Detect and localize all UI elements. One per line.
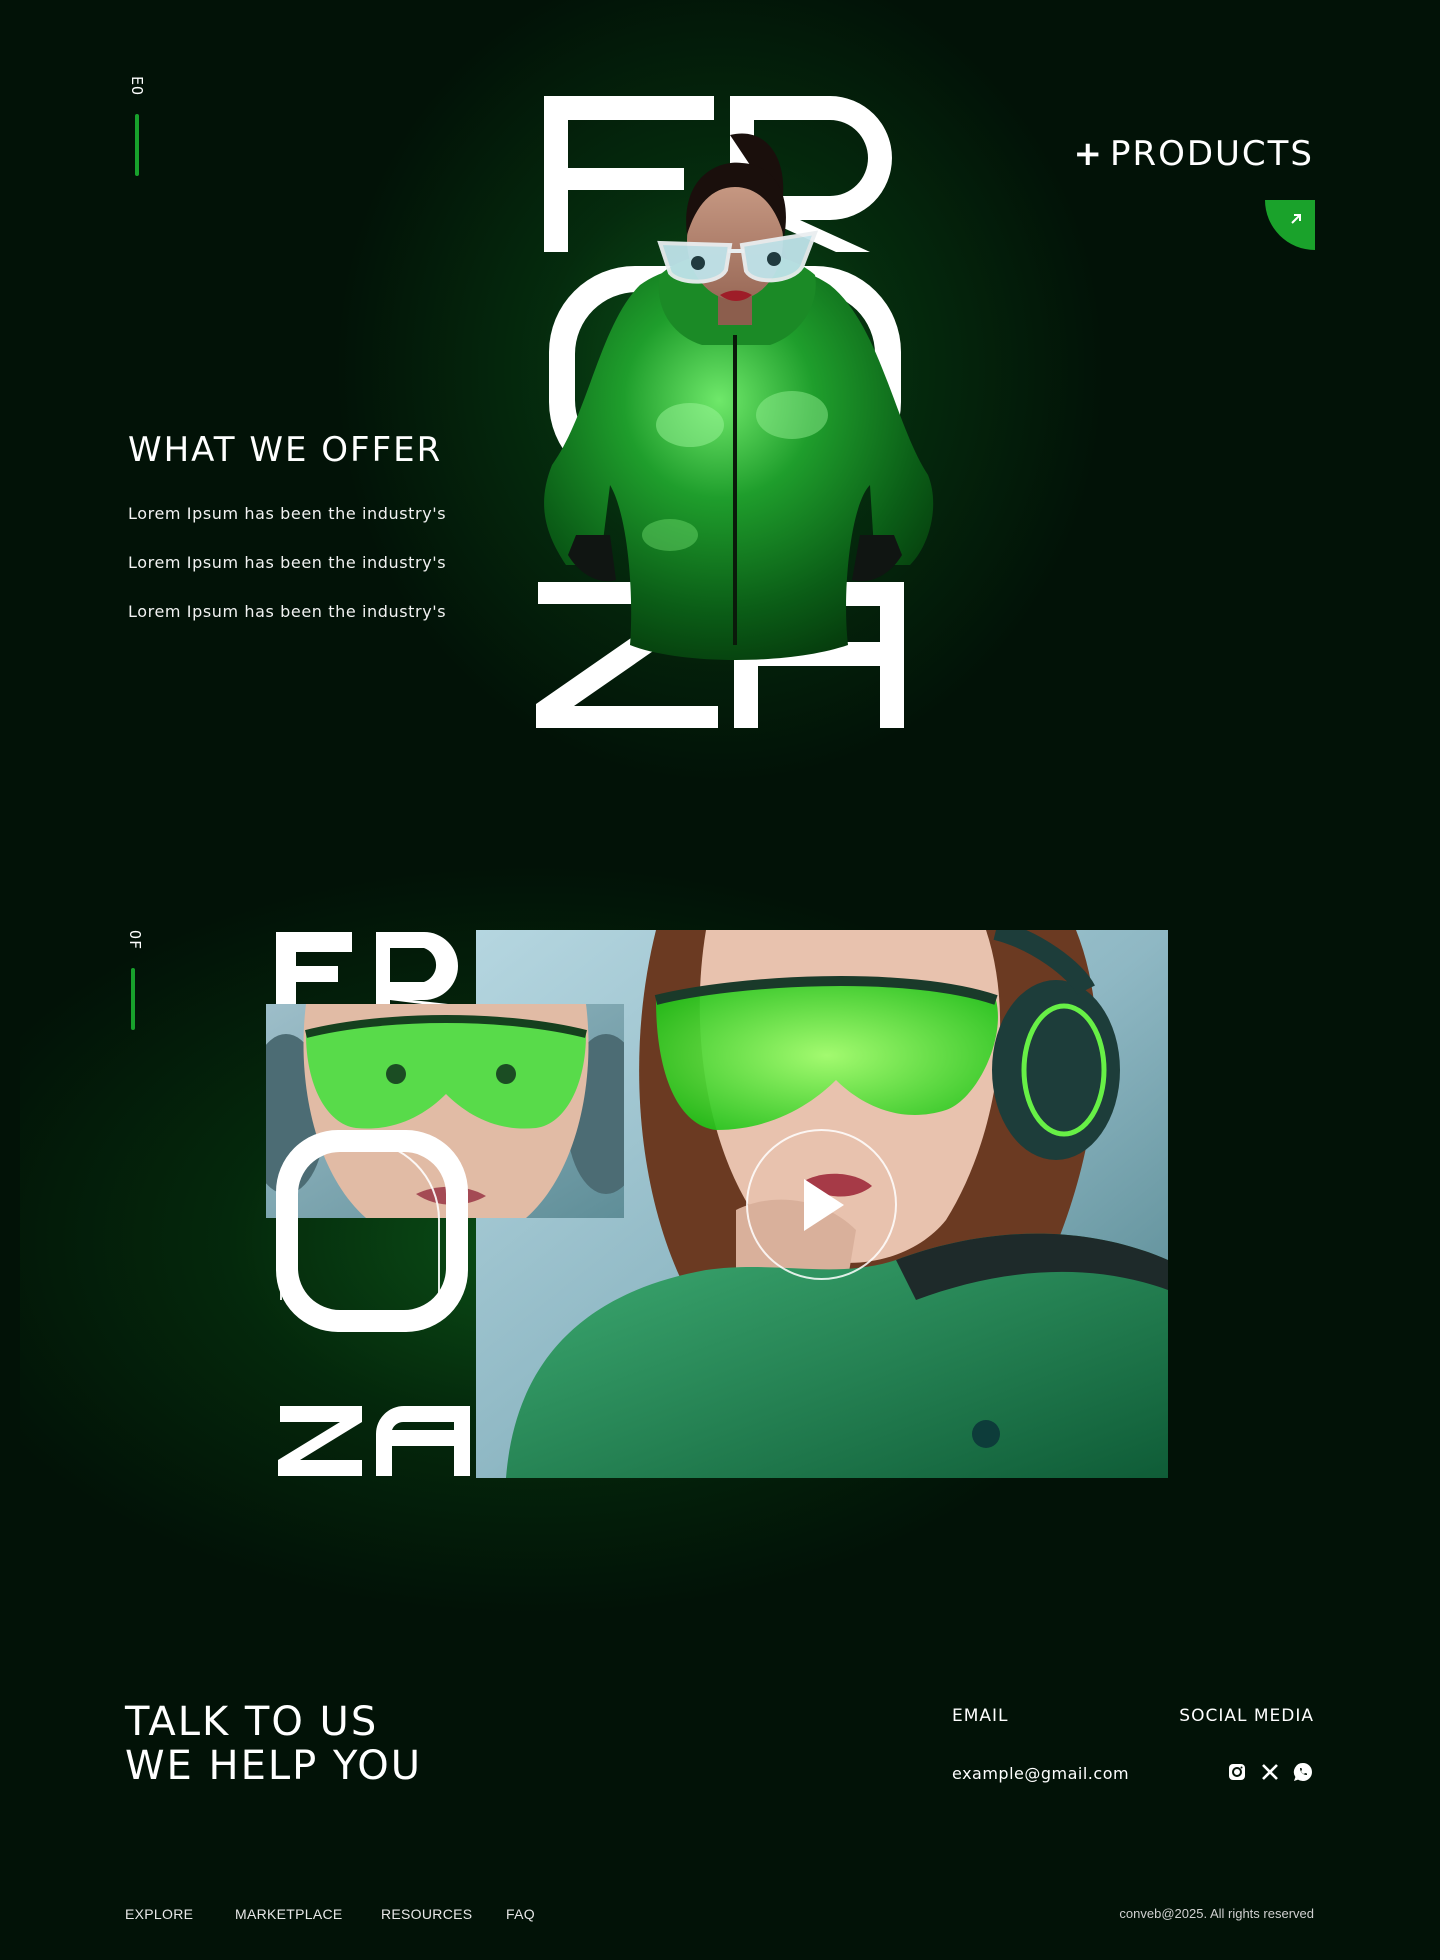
footer-nav-explore[interactable]: EXPLORE bbox=[125, 1906, 193, 1922]
section-side-bar bbox=[131, 968, 135, 1030]
whatsapp-icon[interactable] bbox=[1293, 1762, 1313, 1782]
products-label: PRODUCTS bbox=[1109, 134, 1314, 174]
products-arrow-button[interactable] bbox=[1265, 200, 1315, 250]
social-media-heading: SOCIAL MEDIA bbox=[1179, 1706, 1314, 1726]
offer-title: WHAT WE OFFER bbox=[128, 430, 443, 470]
play-icon bbox=[803, 1178, 844, 1231]
arrow-up-right-icon bbox=[1291, 214, 1301, 224]
footer-tagline-line2: WE HELP YOU bbox=[125, 1743, 423, 1789]
offer-item: Lorem Ipsum has been the industry's bbox=[128, 602, 447, 621]
offer-item: Lorem Ipsum has been the industry's bbox=[128, 504, 447, 523]
copyright-text: conveb@2025. All rights reserved bbox=[1119, 1906, 1314, 1921]
email-heading: EMAIL bbox=[952, 1706, 1009, 1726]
footer-nav-marketplace[interactable]: MARKETPLACE bbox=[235, 1906, 343, 1922]
x-icon[interactable] bbox=[1260, 1762, 1280, 1782]
offer-item: Lorem Ipsum has been the industry's bbox=[128, 553, 447, 572]
instagram-icon[interactable] bbox=[1227, 1762, 1247, 1782]
products-link[interactable]: + PRODUCTS bbox=[1073, 134, 1314, 174]
play-button[interactable] bbox=[746, 1129, 897, 1280]
footer-tagline: TALK TO US WE HELP YOU bbox=[125, 1700, 422, 1788]
footer-nav-resources[interactable]: RESOURCES bbox=[381, 1906, 472, 1922]
section-side-bar bbox=[135, 114, 139, 176]
email-link[interactable]: example@gmail.com bbox=[952, 1764, 1129, 1783]
plus-icon: + bbox=[1073, 134, 1104, 174]
o-outline-ring bbox=[280, 1140, 440, 1300]
section-side-label: OF bbox=[126, 930, 144, 951]
footer-nav-faq[interactable]: FAQ bbox=[506, 1906, 535, 1922]
footer-tagline-line1: TALK TO US bbox=[125, 1699, 379, 1745]
hero-model-image bbox=[530, 125, 940, 665]
section-side-label: EO bbox=[128, 76, 146, 97]
